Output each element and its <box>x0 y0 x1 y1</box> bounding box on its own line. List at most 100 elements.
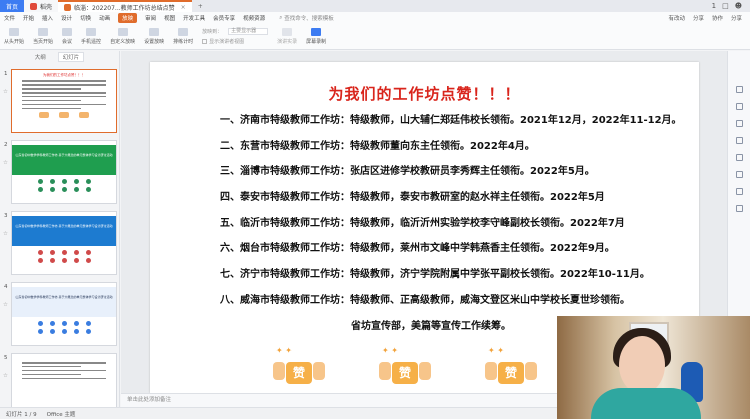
star-icon: ☆ <box>3 160 8 166</box>
tab-home-label: 首页 <box>6 3 19 11</box>
presenter-face <box>619 336 665 394</box>
grid-icon[interactable] <box>735 188 743 195</box>
list-item-text: 正高级教师，威海文登区米山中学校长夏世珍领衔。 <box>400 294 630 306</box>
menu-item-design[interactable]: 设计 <box>61 14 72 22</box>
slide-thumbnail[interactable]: 1 ☆ 为我们的工作坊点赞！！！ <box>0 69 120 135</box>
timer-icon <box>178 28 189 36</box>
property-icon[interactable] <box>735 86 743 93</box>
tab-outline[interactable]: 大纲 <box>35 53 46 61</box>
like-word: 赞 <box>286 362 312 384</box>
new-tab-button[interactable]: + <box>192 0 209 12</box>
from-current-button[interactable]: 当页开始 <box>33 28 53 45</box>
list-item-prefix: 二、东营市特级教师工作坊：特级教师 <box>220 140 390 152</box>
animation-icon[interactable] <box>735 120 743 127</box>
menu-item-developer[interactable]: 开发工具 <box>183 14 205 22</box>
collab-button[interactable]: 协作 <box>712 14 723 22</box>
slide-number: 3 <box>4 213 8 219</box>
speech-record-label: 演讲实录 <box>277 39 298 45</box>
list-item: 四、泰安市特级教师工作坊：特级教师，泰安市教研室的赵水祥主任领衔。2022年5月 <box>220 191 682 217</box>
maximize-icon[interactable]: □ <box>722 2 729 10</box>
thumbnail-image: 为我们的工作坊点赞！！！ <box>11 69 117 133</box>
menu-item-member[interactable]: 会员专享 <box>213 14 235 22</box>
tab-slides[interactable]: 幻灯片 <box>57 52 85 62</box>
menu-item-review[interactable]: 审阅 <box>145 14 156 22</box>
list-item-prefix: 六、烟台市特级教师工作坊：特级教师， <box>220 243 400 255</box>
list-item-text: 临沂沂州实验学校李守峰副校长领衔。2022年7月 <box>400 217 625 229</box>
tab-presentation-label: 临淄：202207...教师工作坊总结点赞 <box>74 4 175 12</box>
menu-item-video[interactable]: 视频资源 <box>243 14 265 22</box>
comment-icon[interactable] <box>735 154 743 161</box>
settings-icon[interactable] <box>735 205 743 212</box>
share-button[interactable]: 分享 <box>731 14 742 22</box>
window-count-badge[interactable]: 1 <box>712 2 716 10</box>
slide-number: 2 <box>4 142 8 148</box>
screen-record-icon <box>311 28 322 36</box>
phone-remote-label: 手机遥控 <box>81 39 102 45</box>
tab-home[interactable]: 首页 <box>0 0 24 12</box>
presenter-view-checkbox[interactable]: 显示演讲者视图 <box>202 38 268 45</box>
from-current-label: 当页开始 <box>33 39 54 45</box>
notes-pane[interactable]: 单击此处添加备注 <box>121 393 557 407</box>
phone-icon <box>86 28 97 36</box>
plus-icon: + <box>197 2 203 10</box>
command-search[interactable]: ⌕ 查找命令、搜索模板 <box>279 14 334 23</box>
thumbnail-title: 山东省初中数学学科教师工作坊 基于大概念的单元整体学习设计研讨活动 <box>12 216 116 246</box>
thumbnail-image: 山东省初中数学学科教师工作坊 基于大概念的单元整体学习设计研讨活动 <box>11 140 117 204</box>
menu-item-transition[interactable]: 切换 <box>80 14 91 22</box>
menu-item-animation[interactable]: 动画 <box>99 14 110 22</box>
presenter-view-label: 显示演讲者视图 <box>209 39 245 45</box>
custom-show-button[interactable]: 自定义放映 <box>110 28 135 45</box>
custom-show-label: 自定义放映 <box>110 39 136 45</box>
style-icon[interactable] <box>735 137 743 144</box>
menu-item-slideshow[interactable]: 放映 <box>118 13 138 23</box>
phone-remote-button[interactable]: 手机遥控 <box>81 28 101 45</box>
menu-item-home[interactable]: 开始 <box>23 14 34 22</box>
shape-icon[interactable] <box>735 103 743 110</box>
changes-indicator[interactable]: 有改动 <box>668 14 685 22</box>
thumbs-up-icon <box>273 362 285 380</box>
like-sticker: ✦ ✦ 赞 <box>376 346 436 390</box>
tab-docer[interactable]: 稻壳 <box>24 0 59 12</box>
menu-item-file[interactable]: 文件 <box>4 14 15 22</box>
sparkle-icon: ✦ ✦ <box>382 346 398 355</box>
speech-record-button[interactable]: 演讲实录 <box>277 28 297 45</box>
display-group: 放映到： 主要显示器 显示演讲者视图 <box>202 28 269 45</box>
rehearse-button[interactable]: 排练计时 <box>173 28 193 45</box>
tab-docer-label: 稻壳 <box>40 3 53 11</box>
share-icon[interactable]: 分享 <box>693 14 704 22</box>
slide-number: 1 <box>4 71 8 77</box>
from-start-button[interactable]: 从头开始 <box>4 28 24 45</box>
list-item: 一、济南市特级教师工作坊：特级教师，山大辅仁郑廷伟校长领衔。2021年12月，2… <box>220 114 682 140</box>
thumbs-up-icon <box>485 362 497 380</box>
rehearse-label: 排练计时 <box>173 39 194 45</box>
avatar[interactable]: ☻ <box>735 2 742 10</box>
webcam-overlay <box>557 316 750 419</box>
list-item-prefix: 一、济南市特级教师工作坊：特级教师， <box>220 115 400 126</box>
thumbs-up-icon <box>419 362 431 380</box>
slide-thumbnail[interactable]: 3 ☆ 山东省初中数学学科教师工作坊 基于大概念的单元整体学习设计研讨活动 <box>0 211 120 277</box>
slide-thumbnail[interactable]: 2 ☆ 山东省初中数学学科教师工作坊 基于大概念的单元整体学习设计研讨活动 <box>0 140 120 206</box>
list-item-prefix: 八、威海市特级教师工作坊：特级教师、 <box>220 294 400 306</box>
menu-item-view[interactable]: 视图 <box>164 14 175 22</box>
slide-thumbnail[interactable]: 4 ☆ 山东省初中数学学科教师工作坊 基于大概念的单元整体学习设计研讨活动 <box>0 282 120 348</box>
meeting-icon <box>62 28 73 36</box>
screen-record-button[interactable]: 屏幕录制 <box>306 28 326 45</box>
slide-number: 4 <box>4 284 8 290</box>
display-select[interactable]: 主要显示器 <box>228 28 269 35</box>
thumbnail-image: 山东省初中数学学科教师工作坊 基于大概念的单元整体学习设计研讨活动 <box>11 282 117 346</box>
menu-item-insert[interactable]: 插入 <box>42 14 53 22</box>
star-icon: ☆ <box>3 302 8 308</box>
tab-presentation[interactable]: 临淄：202207...教师工作坊总结点赞 × <box>58 0 192 12</box>
setup-show-button[interactable]: 设置放映 <box>144 28 164 45</box>
panel-tabs: 大纲 幻灯片 <box>0 51 119 63</box>
play-current-icon <box>38 28 49 36</box>
theme-name: Office 主题 <box>46 411 76 418</box>
slide-number: 5 <box>4 355 8 361</box>
meeting-button[interactable]: 会议 <box>62 28 72 45</box>
location-icon[interactable] <box>735 171 743 178</box>
meeting-label: 会议 <box>62 39 73 45</box>
thumbnail-image: 山东省初中数学学科教师工作坊 基于大概念的单元整体学习设计研讨活动 <box>11 211 117 275</box>
close-tab-icon[interactable]: × <box>181 4 186 11</box>
checkbox-icon <box>202 39 208 44</box>
play-icon <box>9 28 19 36</box>
